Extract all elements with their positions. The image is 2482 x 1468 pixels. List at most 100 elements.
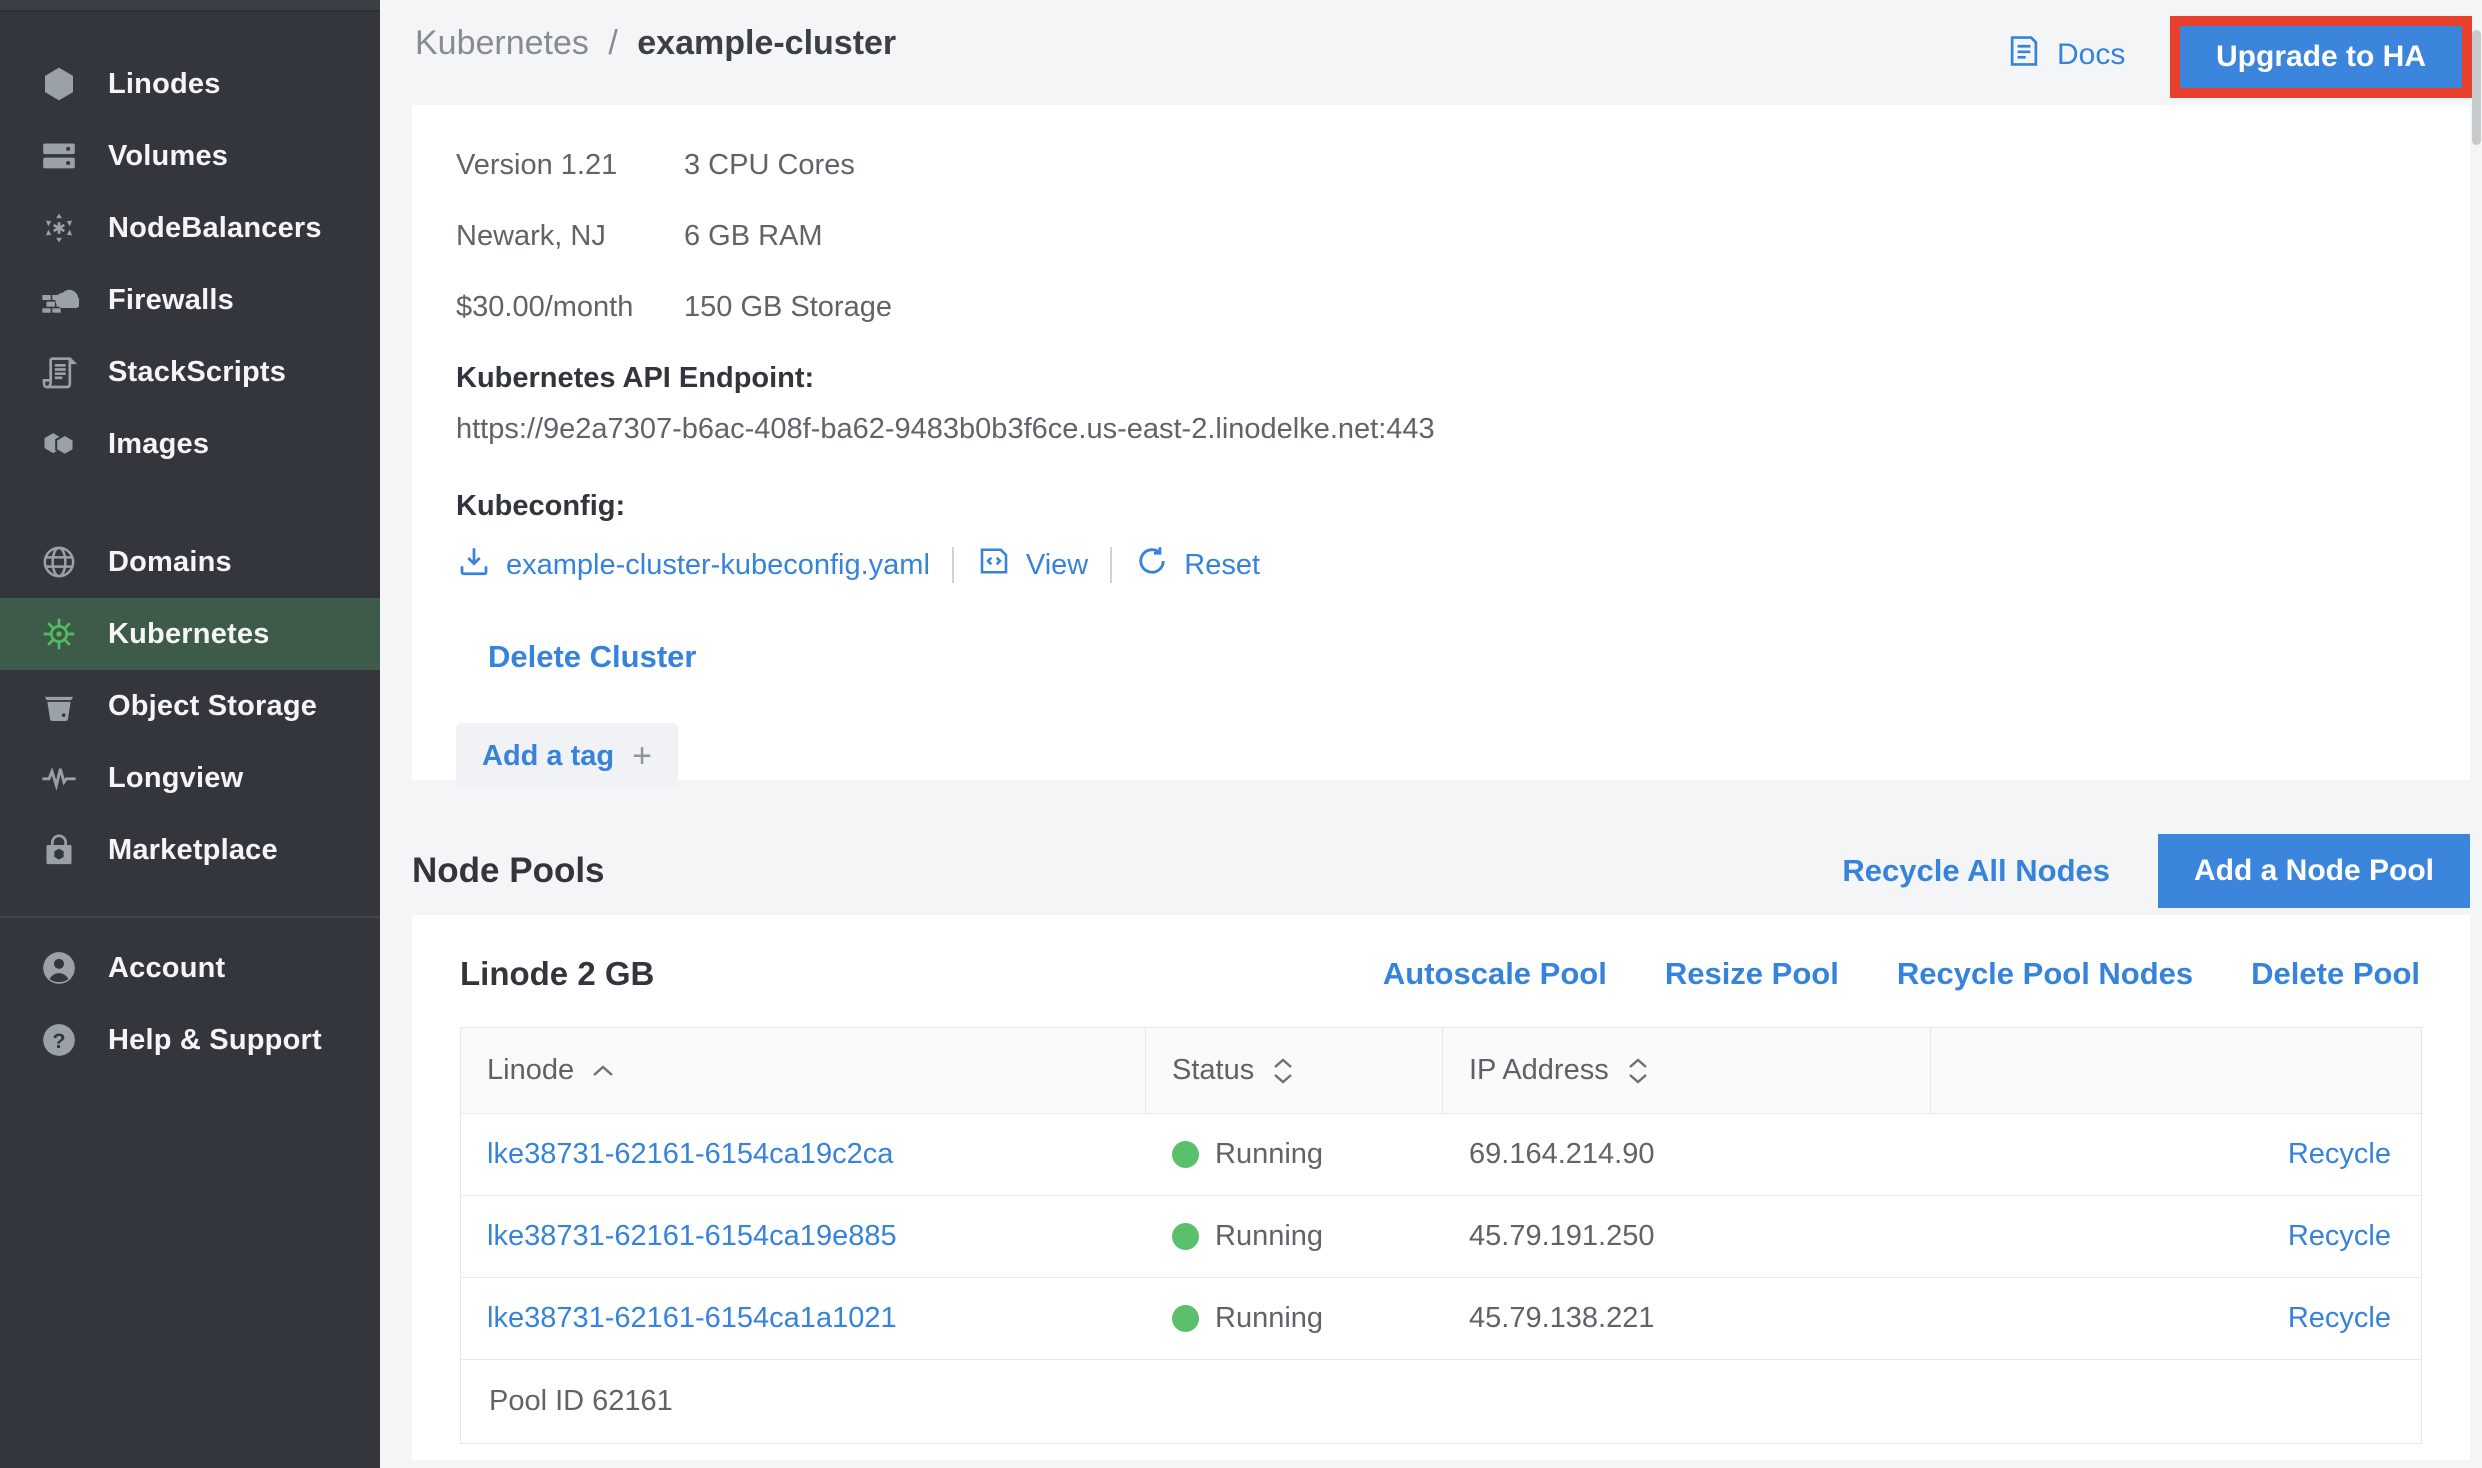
add-node-pool-button[interactable]: Add a Node Pool	[2158, 834, 2470, 908]
pool-id-footer: Pool ID 62161	[461, 1359, 2421, 1443]
longview-icon	[38, 757, 80, 799]
docs-icon	[2005, 32, 2043, 78]
table-row: lke38731-62161-6154ca19c2ca Running 69.1…	[461, 1113, 2421, 1195]
plus-icon: +	[632, 739, 652, 773]
recycle-node-link[interactable]: Recycle	[2288, 1302, 2391, 1335]
sidebar-item-label: Help & Support	[108, 1024, 322, 1057]
divider	[1110, 547, 1112, 583]
upgrade-to-ha-button[interactable]: Upgrade to HA	[2180, 26, 2462, 88]
kubeconfig-view-link[interactable]: View	[976, 543, 1088, 587]
linode-node-link[interactable]: lke38731-62161-6154ca19c2ca	[487, 1138, 893, 1171]
status-running-dot	[1172, 1223, 1199, 1250]
sort-both-icon	[1625, 1055, 1651, 1087]
linodes-icon	[38, 63, 80, 105]
breadcrumb-separator: /	[608, 24, 617, 62]
sidebar-item-object-storage[interactable]: Object Storage	[0, 670, 380, 742]
sort-both-icon	[1270, 1055, 1296, 1087]
column-header-ip-address[interactable]: IP Address	[1443, 1028, 1931, 1113]
sidebar-item-label: Linodes	[108, 68, 221, 101]
recycle-node-link[interactable]: Recycle	[2288, 1220, 2391, 1253]
sidebar-item-stackscripts[interactable]: StackScripts	[0, 336, 380, 408]
status-label: Running	[1215, 1302, 1323, 1335]
sidebar-item-domains[interactable]: Domains	[0, 526, 380, 598]
account-icon	[38, 947, 80, 989]
ip-address: 69.164.214.90	[1469, 1138, 1654, 1171]
autoscale-pool-link[interactable]: Autoscale Pool	[1383, 956, 1607, 992]
reset-icon	[1134, 543, 1170, 587]
pool-table: Linode Status IP Address	[460, 1027, 2422, 1444]
sidebar-item-kubernetes[interactable]: Kubernetes	[0, 598, 380, 670]
breadcrumb: Kubernetes / example-cluster	[415, 24, 896, 63]
linode-node-link[interactable]: lke38731-62161-6154ca1a1021	[487, 1302, 897, 1335]
node-pools-title: Node Pools	[412, 851, 605, 891]
download-icon	[456, 543, 492, 587]
main-content: Kubernetes / example-cluster Docs Upgrad…	[380, 0, 2482, 1468]
node-pools-header: Node Pools Recycle All Nodes Add a Node …	[412, 832, 2470, 910]
breadcrumb-parent[interactable]: Kubernetes	[415, 24, 589, 62]
volumes-icon	[38, 135, 80, 177]
api-endpoint-label: Kubernetes API Endpoint:	[456, 362, 2470, 395]
column-header-status[interactable]: Status	[1146, 1028, 1443, 1113]
sidebar-divider	[0, 916, 380, 918]
linode-node-link[interactable]: lke38731-62161-6154ca19e885	[487, 1220, 897, 1253]
column-header-label: Status	[1172, 1054, 1254, 1087]
table-header-row: Linode Status IP Address	[461, 1028, 2421, 1113]
status-label: Running	[1215, 1220, 1323, 1253]
kubeconfig-reset-link[interactable]: Reset	[1134, 543, 1260, 587]
sidebar-group-account: Account ? Help & Support	[0, 928, 380, 1076]
delete-pool-link[interactable]: Delete Pool	[2251, 956, 2420, 992]
domains-icon	[38, 541, 80, 583]
column-header-label: IP Address	[1469, 1054, 1609, 1087]
marketplace-icon	[38, 829, 80, 871]
spec-row: Newark, NJ 6 GB RAM	[456, 220, 2470, 253]
svg-text:?: ?	[52, 1028, 65, 1053]
status-running-dot	[1172, 1305, 1199, 1332]
sidebar-item-label: Domains	[108, 546, 232, 579]
spec-row: $30.00/month 150 GB Storage	[456, 291, 2470, 324]
column-header-linode[interactable]: Linode	[461, 1028, 1146, 1113]
object-storage-icon	[38, 685, 80, 727]
sidebar-group-compute: Linodes Volumes NodeBalancers	[0, 12, 380, 480]
divider	[952, 547, 954, 583]
firewalls-icon	[38, 279, 80, 321]
sidebar-group-services: Domains Kubernetes Object Storage	[0, 480, 380, 886]
reset-label: Reset	[1184, 549, 1260, 582]
cluster-price: $30.00/month	[456, 291, 684, 324]
add-tag-button[interactable]: Add a tag +	[456, 723, 678, 789]
sidebar-item-label: Kubernetes	[108, 618, 270, 651]
recycle-all-nodes-link[interactable]: Recycle All Nodes	[1842, 853, 2110, 889]
delete-cluster-link[interactable]: Delete Cluster	[488, 639, 696, 675]
sidebar-item-label: Images	[108, 428, 209, 461]
column-header-label: Linode	[487, 1054, 574, 1087]
kubernetes-cluster-page: Linodes Volumes NodeBalancers	[0, 0, 2482, 1468]
recycle-pool-nodes-link[interactable]: Recycle Pool Nodes	[1897, 956, 2193, 992]
recycle-node-link[interactable]: Recycle	[2288, 1138, 2391, 1171]
cluster-version: Version 1.21	[456, 149, 684, 182]
ip-address: 45.79.191.250	[1469, 1220, 1654, 1253]
sidebar-item-linodes[interactable]: Linodes	[0, 48, 380, 120]
ip-address: 45.79.138.221	[1469, 1302, 1654, 1335]
resize-pool-link[interactable]: Resize Pool	[1665, 956, 1839, 992]
sidebar-item-nodebalancers[interactable]: NodeBalancers	[0, 192, 380, 264]
help-icon: ?	[38, 1019, 80, 1061]
sidebar-item-firewalls[interactable]: Firewalls	[0, 264, 380, 336]
status-running-dot	[1172, 1141, 1199, 1168]
sidebar-item-marketplace[interactable]: Marketplace	[0, 814, 380, 886]
sidebar-item-images[interactable]: Images	[0, 408, 380, 480]
sidebar-item-account[interactable]: Account	[0, 932, 380, 1004]
kubernetes-icon	[38, 613, 80, 655]
kubeconfig-download-link[interactable]: example-cluster-kubeconfig.yaml	[456, 543, 930, 587]
page-scrollbar[interactable]	[2472, 30, 2481, 145]
sidebar-item-longview[interactable]: Longview	[0, 742, 380, 814]
cluster-region: Newark, NJ	[456, 220, 684, 253]
cluster-storage: 150 GB Storage	[684, 291, 892, 324]
sidebar-item-label: Object Storage	[108, 690, 317, 723]
sidebar: Linodes Volumes NodeBalancers	[0, 0, 380, 1468]
sidebar-item-label: Volumes	[108, 140, 228, 173]
sidebar-item-volumes[interactable]: Volumes	[0, 120, 380, 192]
kubeconfig-filename: example-cluster-kubeconfig.yaml	[506, 549, 930, 582]
sidebar-item-help-support[interactable]: ? Help & Support	[0, 1004, 380, 1076]
cluster-summary-card: Version 1.21 3 CPU Cores Newark, NJ 6 GB…	[412, 105, 2470, 780]
upgrade-highlight-box: Upgrade to HA	[2170, 16, 2472, 98]
docs-link[interactable]: Docs	[2005, 32, 2125, 78]
